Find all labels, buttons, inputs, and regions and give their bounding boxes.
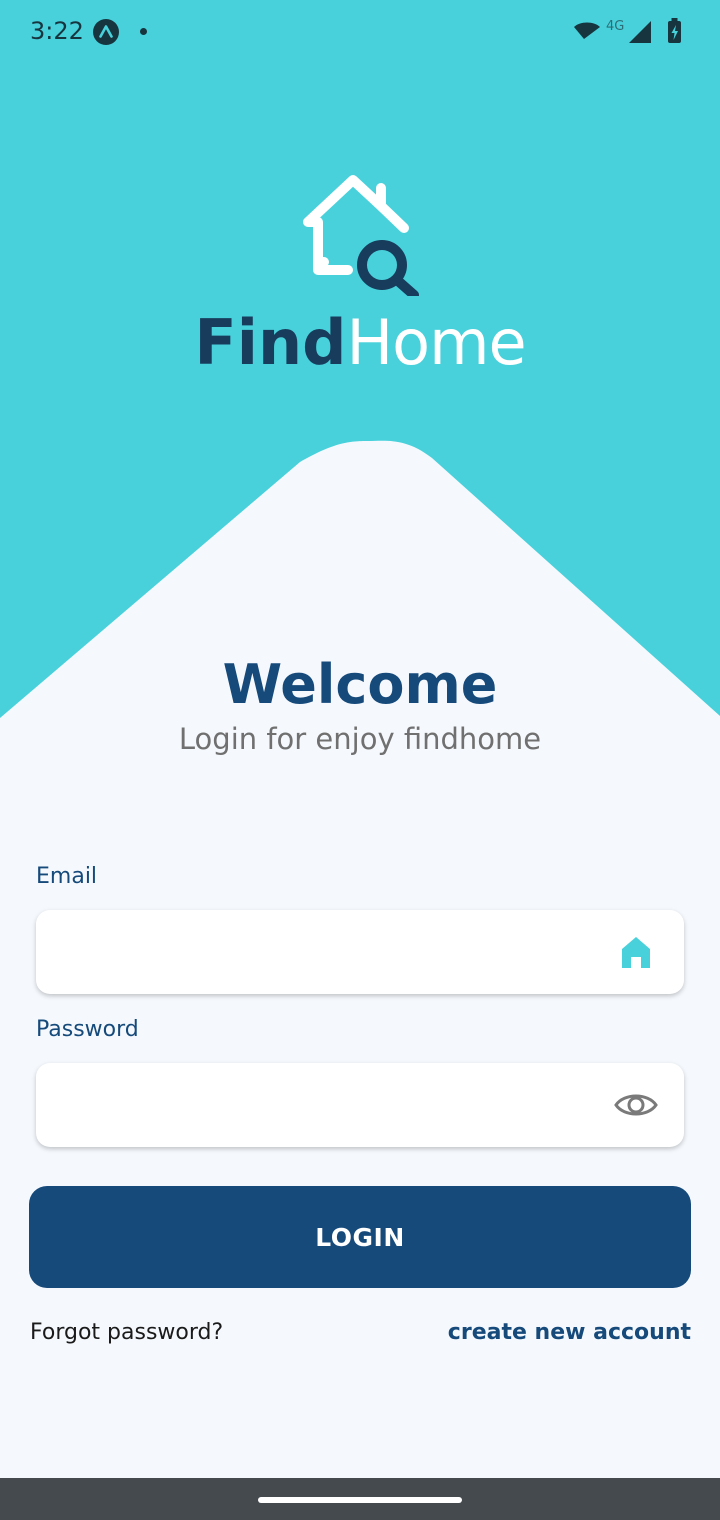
- navigation-bar: [0, 1478, 720, 1520]
- forgot-password-link[interactable]: Forgot password?: [30, 1320, 223, 1345]
- welcome-title: Welcome: [222, 653, 498, 716]
- notification-dot-icon: [140, 28, 147, 35]
- login-button[interactable]: LOGIN: [29, 1186, 691, 1288]
- battery-icon: [668, 18, 681, 43]
- brand-home: Home: [346, 306, 527, 379]
- logo: FindHome: [0, 160, 720, 390]
- brand-name: FindHome: [0, 305, 720, 382]
- password-label: Password: [36, 1017, 139, 1042]
- eye-icon[interactable]: [614, 1085, 658, 1125]
- network-type-label: 4G: [606, 19, 624, 34]
- email-field[interactable]: [36, 910, 684, 996]
- welcome-subtitle: Login for enjoy findhome: [178, 722, 542, 756]
- email-input[interactable]: [54, 910, 598, 996]
- email-label: Email: [36, 864, 98, 889]
- create-account-link[interactable]: create new account: [448, 1320, 691, 1345]
- login-screen: 3:22 4G FindHome Welcome Login for enjoy…: [0, 0, 720, 1520]
- status-bar: 3:22 4G: [0, 0, 720, 64]
- home-icon: [622, 937, 650, 968]
- home-gesture-handle[interactable]: [258, 1497, 462, 1503]
- signal-icon: [629, 21, 651, 43]
- status-icons: 4G: [574, 18, 681, 43]
- status-time: 3:22: [30, 17, 84, 45]
- wifi-icon: [574, 22, 600, 39]
- brand-find: Find: [194, 306, 347, 379]
- password-input[interactable]: [54, 1063, 598, 1149]
- app-notification-icon: [93, 19, 119, 45]
- password-field[interactable]: [36, 1063, 684, 1149]
- house-search-icon: [303, 175, 419, 296]
